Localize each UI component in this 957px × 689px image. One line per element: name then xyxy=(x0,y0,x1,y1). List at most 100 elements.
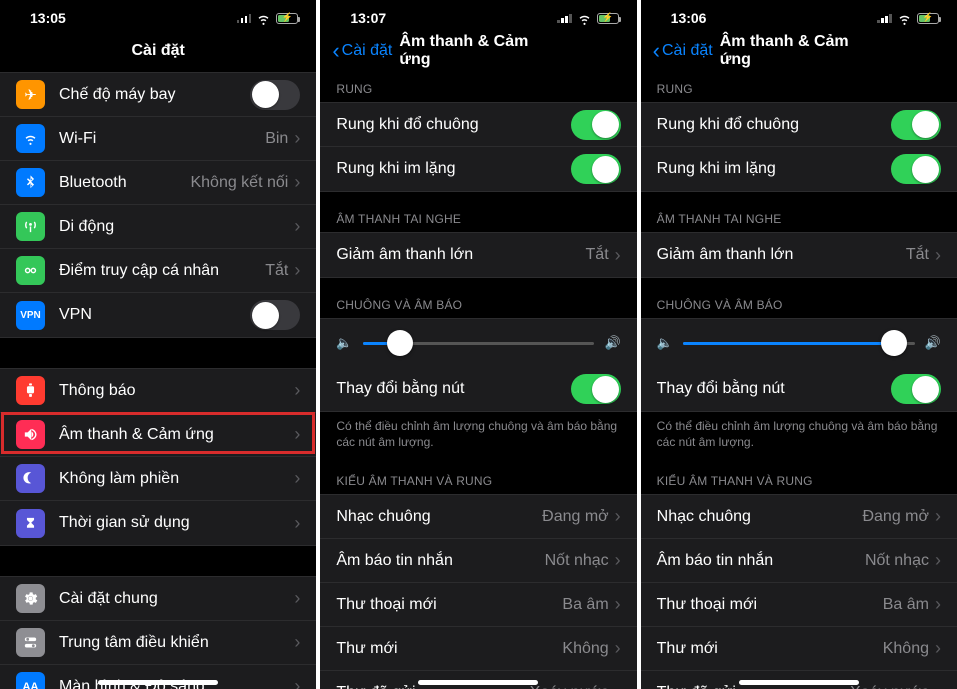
speaker-low-icon: 🔈 xyxy=(657,335,673,351)
change-with-buttons-toggle[interactable] xyxy=(571,374,621,404)
change-with-buttons-toggle[interactable] xyxy=(891,374,941,404)
status-icons: ⚡ xyxy=(557,10,619,27)
row-change-with-buttons[interactable]: Thay đổi bằng nút xyxy=(320,367,636,411)
settings-list[interactable]: ✈︎ Chế độ máy bay Wi-Fi Bin › Bluetooth … xyxy=(0,72,316,689)
section-header-headphone: ÂM THANH TAI NGHE xyxy=(320,192,636,232)
page-title: Âm thanh & Cảm ứng xyxy=(720,33,878,69)
moon-icon xyxy=(16,464,45,493)
chevron-right-icon: › xyxy=(294,128,300,149)
phone-sounds-high-volume: 13:06 ⚡ ‹Cài đặt Âm thanh & Cảm ứng RUNG… xyxy=(641,0,957,689)
row-screen-time[interactable]: Thời gian sử dụng › xyxy=(0,501,316,545)
row-text-tone[interactable]: Âm báo tin nhắn Nốt nhạc › xyxy=(320,539,636,583)
row-reduce-loud-sounds[interactable]: Giảm âm thanh lớn Tắt › xyxy=(320,233,636,277)
cellular-signal-icon xyxy=(557,13,572,23)
row-vibrate-on-silent[interactable]: Rung khi im lặng xyxy=(320,147,636,191)
phone-settings-main: 13:05 ⚡ Cài đặt ✈︎ Chế độ máy bay Wi-Fi … xyxy=(0,0,316,689)
row-change-with-buttons[interactable]: Thay đổi bằng nút xyxy=(641,367,957,411)
hourglass-icon xyxy=(16,509,45,538)
back-button[interactable]: ‹Cài đặt xyxy=(653,38,713,64)
vibrate-silent-toggle[interactable] xyxy=(571,154,621,184)
phone-sounds-low-volume: 13:07 ⚡ ‹Cài đặt Âm thanh & Cảm ứng RUNG… xyxy=(320,0,636,689)
ringer-footer-note: Có thể điều chỉnh âm lượng chuông và âm … xyxy=(320,412,636,454)
vibrate-ring-toggle[interactable] xyxy=(891,110,941,140)
row-vibrate-on-ring[interactable]: Rung khi đổ chuông xyxy=(641,103,957,147)
chevron-right-icon: › xyxy=(935,506,941,527)
airplane-toggle[interactable] xyxy=(250,80,300,110)
volume-slider[interactable] xyxy=(363,342,595,345)
nav-bar: ‹Cài đặt Âm thanh & Cảm ứng xyxy=(641,30,957,72)
status-bar: 13:05 ⚡ xyxy=(0,0,316,30)
row-cellular[interactable]: Di động › xyxy=(0,205,316,249)
battery-icon: ⚡ xyxy=(276,13,298,24)
row-do-not-disturb[interactable]: Không làm phiền › xyxy=(0,457,316,501)
row-new-voicemail[interactable]: Thư thoại mới Ba âm › xyxy=(641,583,957,627)
row-new-mail[interactable]: Thư mới Không › xyxy=(320,627,636,671)
chevron-right-icon: › xyxy=(615,245,621,266)
vpn-icon: VPN xyxy=(16,301,45,330)
row-vibrate-on-silent[interactable]: Rung khi im lặng xyxy=(641,147,957,191)
row-bluetooth[interactable]: Bluetooth Không kết nối › xyxy=(0,161,316,205)
row-new-mail[interactable]: Thư mới Không › xyxy=(641,627,957,671)
chevron-right-icon: › xyxy=(935,245,941,266)
vibrate-silent-toggle[interactable] xyxy=(891,154,941,184)
chevron-right-icon: › xyxy=(935,638,941,659)
sounds-settings-list[interactable]: RUNG Rung khi đổ chuông Rung khi im lặng… xyxy=(641,72,957,689)
battery-icon: ⚡ xyxy=(917,13,939,24)
row-airplane-mode[interactable]: ✈︎ Chế độ máy bay xyxy=(0,73,316,117)
chevron-right-icon: › xyxy=(294,513,300,534)
chevron-right-icon: › xyxy=(294,424,300,445)
speaker-high-icon: 🔊 xyxy=(925,335,941,351)
chevron-right-icon: › xyxy=(615,682,621,689)
status-icons: ⚡ xyxy=(877,10,939,27)
home-indicator[interactable] xyxy=(418,680,538,685)
chevron-right-icon: › xyxy=(294,216,300,237)
wifi-icon xyxy=(16,124,45,153)
nav-bar: ‹Cài đặt Âm thanh & Cảm ứng xyxy=(320,30,636,72)
home-indicator[interactable] xyxy=(98,680,218,685)
notifications-icon xyxy=(16,376,45,405)
row-vibrate-on-ring[interactable]: Rung khi đổ chuông xyxy=(320,103,636,147)
status-time: 13:07 xyxy=(350,10,386,26)
chevron-right-icon: › xyxy=(294,172,300,193)
sounds-settings-list[interactable]: RUNG Rung khi đổ chuông Rung khi im lặng… xyxy=(320,72,636,689)
row-general[interactable]: Cài đặt chung › xyxy=(0,577,316,621)
row-sounds-haptics[interactable]: Âm thanh & Cảm ứng › xyxy=(0,413,316,457)
chevron-right-icon: › xyxy=(294,380,300,401)
page-title: Cài đặt xyxy=(131,42,184,60)
chevron-right-icon: › xyxy=(294,468,300,489)
row-hotspot[interactable]: Điểm truy cập cá nhân Tắt › xyxy=(0,249,316,293)
row-notifications[interactable]: Thông báo › xyxy=(0,369,316,413)
row-vpn[interactable]: VPN VPN xyxy=(0,293,316,337)
status-bar: 13:07 ⚡ xyxy=(320,0,636,30)
cellular-signal-icon xyxy=(237,13,252,23)
chevron-right-icon: › xyxy=(615,506,621,527)
row-text-tone[interactable]: Âm báo tin nhắn Nốt nhạc › xyxy=(641,539,957,583)
home-indicator[interactable] xyxy=(739,680,859,685)
airplane-icon: ✈︎ xyxy=(16,80,45,109)
row-display-brightness[interactable]: AA Màn hình & Độ sáng › xyxy=(0,665,316,689)
row-new-voicemail[interactable]: Thư thoại mới Ba âm › xyxy=(320,583,636,627)
back-button[interactable]: ‹Cài đặt xyxy=(332,38,392,64)
switches-icon xyxy=(16,628,45,657)
section-header-ringer: CHUÔNG VÀ ÂM BÁO xyxy=(320,278,636,318)
chevron-right-icon: › xyxy=(615,638,621,659)
speaker-high-icon: 🔊 xyxy=(604,335,620,351)
status-time: 13:05 xyxy=(30,10,66,26)
row-wifi[interactable]: Wi-Fi Bin › xyxy=(0,117,316,161)
vibrate-ring-toggle[interactable] xyxy=(571,110,621,140)
row-ringtone[interactable]: Nhạc chuông Đang mở › xyxy=(641,495,957,539)
battery-icon: ⚡ xyxy=(597,13,619,24)
page-title: Âm thanh & Cảm ứng xyxy=(399,33,557,69)
row-control-center[interactable]: Trung tâm điều khiển › xyxy=(0,621,316,665)
vpn-toggle[interactable] xyxy=(250,300,300,330)
chevron-right-icon: › xyxy=(935,550,941,571)
section-header-vibrate: RUNG xyxy=(641,72,957,102)
row-reduce-loud-sounds[interactable]: Giảm âm thanh lớn Tắt › xyxy=(641,233,957,277)
row-ringtone[interactable]: Nhạc chuông Đang mở › xyxy=(320,495,636,539)
chevron-right-icon: › xyxy=(615,594,621,615)
speaker-low-icon: 🔈 xyxy=(336,335,352,351)
chevron-right-icon: › xyxy=(935,594,941,615)
bluetooth-icon xyxy=(16,168,45,197)
volume-slider[interactable] xyxy=(683,342,915,345)
cellular-signal-icon xyxy=(877,13,892,23)
